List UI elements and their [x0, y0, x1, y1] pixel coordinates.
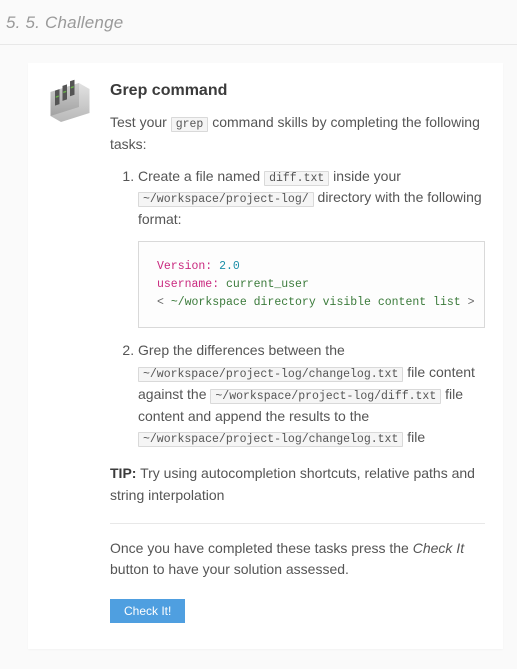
code-l3c: > [461, 296, 475, 309]
card-icon-column [46, 79, 94, 623]
card-content: Grep command Test your grep command skil… [110, 79, 485, 623]
section-label: Challenge [45, 13, 123, 32]
tip-body: Try using autocompletion shortcuts, rela… [110, 465, 475, 503]
section-number: 5. 5. [6, 13, 40, 32]
tip-label: TIP: [110, 465, 136, 481]
task-item-1: Create a file named diff.txt inside your… [138, 166, 485, 329]
intro-a: Test your [110, 114, 171, 130]
separator [110, 523, 485, 524]
intro-text: Test your grep command skills by complet… [110, 112, 485, 156]
task1-t2: inside your [329, 168, 401, 184]
code-v2: current_user [226, 278, 309, 291]
code-l3b: ~/workspace directory visible content li… [171, 296, 461, 309]
code-chip-grep: grep [171, 117, 209, 132]
card-title: Grep command [110, 79, 485, 104]
code-l3a: < [157, 296, 171, 309]
code-chip-projectlog: ~/workspace/project-log/ [138, 192, 314, 207]
task2-t4: file [403, 429, 425, 445]
code-chip-changelog1: ~/workspace/project-log/changelog.txt [138, 367, 403, 382]
code-chip-diff: diff.txt [264, 171, 329, 186]
code-k1: Version: [157, 260, 212, 273]
task-list: Create a file named diff.txt inside your… [110, 166, 485, 450]
tip-row: TIP: Try using autocompletion shortcuts,… [110, 463, 485, 506]
check-it-button[interactable]: Check It! [110, 599, 185, 623]
task2-t1: Grep the differences between the [138, 342, 345, 358]
code-chip-changelog2: ~/workspace/project-log/changelog.txt [138, 432, 403, 447]
final-instruction: Once you have completed these tasks pres… [110, 538, 485, 581]
task-item-2: Grep the differences between the ~/works… [138, 340, 485, 449]
section-header: 5. 5. Challenge [0, 0, 517, 45]
final-b: button to have your solution assessed. [110, 561, 349, 577]
code-k2: username: [157, 278, 219, 291]
final-em: Check It [413, 540, 464, 556]
final-a: Once you have completed these tasks pres… [110, 540, 413, 556]
challenge-card: Grep command Test your grep command skil… [28, 63, 503, 649]
code-v1: 2.0 [219, 260, 240, 273]
server-rack-icon [46, 79, 94, 123]
code-block: Version: 2.0 username: current_user < ~/… [138, 241, 485, 328]
code-chip-diffpath: ~/workspace/project-log/diff.txt [210, 389, 441, 404]
task1-t1: Create a file named [138, 168, 264, 184]
